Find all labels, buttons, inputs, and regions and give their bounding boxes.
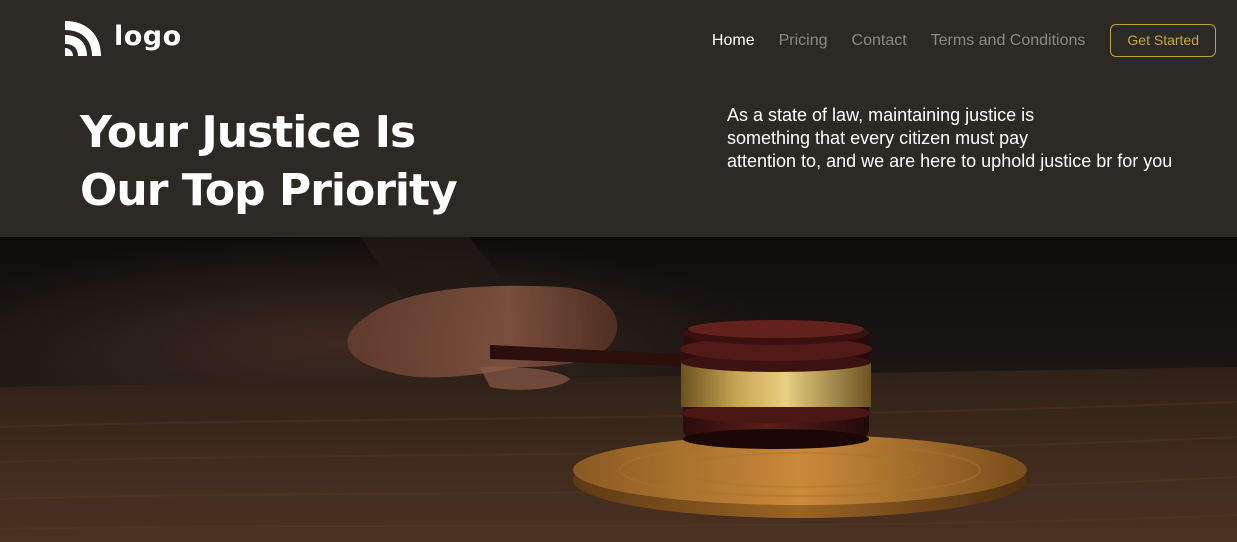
- get-started-button[interactable]: Get Started: [1110, 24, 1216, 57]
- hero-headline: Your Justice Is Our Top Priority: [80, 104, 458, 220]
- hero-headline-line: Our Top Priority: [80, 165, 458, 216]
- nav-home-link[interactable]: Home: [712, 24, 755, 57]
- logo-text: logo: [114, 20, 182, 52]
- nav-terms-link[interactable]: Terms and Conditions: [931, 24, 1086, 57]
- logo-link[interactable]: logo: [63, 18, 182, 58]
- gavel-hero-image: [0, 237, 1237, 542]
- hero-intro: As a state of law, maintaining justice i…: [727, 104, 1172, 173]
- hero-intro-line: As a state of law, maintaining justice i…: [727, 105, 1035, 125]
- nav-contact-link[interactable]: Contact: [852, 24, 907, 57]
- hero-intro-line: attention to, and we are here to uphold …: [727, 151, 1173, 171]
- landing-page: logo Home Pricing Contact Terms and Cond…: [0, 0, 1237, 542]
- hero-headline-line: Your Justice Is: [80, 107, 416, 158]
- main-nav: Home Pricing Contact Terms and Condition…: [712, 24, 1216, 57]
- hero-intro-line: something that every citizen must pay: [727, 128, 1029, 148]
- wifi-arcs-logo-icon: [65, 21, 101, 56]
- nav-pricing-link[interactable]: Pricing: [779, 24, 828, 57]
